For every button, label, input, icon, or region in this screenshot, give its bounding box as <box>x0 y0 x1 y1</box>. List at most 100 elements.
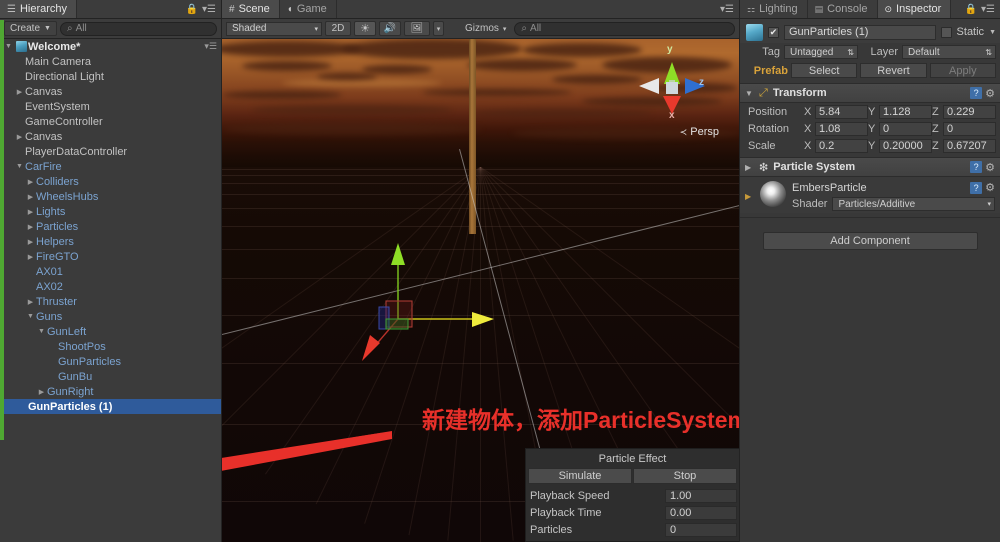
particle-system-component-header[interactable]: ▶ ❇ Particle System ? ⚙ <box>740 157 1000 177</box>
tag-dropdown[interactable]: Untagged ⇅ <box>784 45 858 59</box>
draw-mode-dropdown[interactable]: Shaded ▾ <box>226 21 322 36</box>
particle-effect-row-value[interactable]: 0.00 <box>665 505 737 520</box>
tab-console[interactable]: ▤ Console <box>808 0 878 18</box>
hierarchy-item[interactable]: ▶ Thruster <box>0 294 221 309</box>
tab-scene[interactable]: # Scene <box>222 0 280 18</box>
scene-viewport[interactable]: y z x ≺ Persp 新建物体，添加ParticleSystem组件 Pa… <box>222 39 739 542</box>
hierarchy-item[interactable]: ▶ Canvas <box>0 129 221 144</box>
hierarchy-item[interactable]: GameController <box>0 114 221 129</box>
scene-foldout-icon[interactable]: ▼ <box>3 43 14 50</box>
lock-icon[interactable]: 🔒 <box>186 4 198 15</box>
static-dropdown-icon[interactable]: ▼ <box>989 29 996 36</box>
transform-z-input[interactable]: 0.229 <box>943 104 996 119</box>
gameobject-name-input[interactable]: GunParticles (1) <box>784 24 936 40</box>
hierarchy-item[interactable]: ▶ Particles <box>0 219 221 234</box>
hierarchy-item[interactable]: ▼ Guns <box>0 309 221 324</box>
foldout-icon[interactable]: ▶ <box>25 298 36 306</box>
hierarchy-item[interactable]: ▼ GunLeft <box>0 324 221 339</box>
static-checkbox[interactable] <box>940 26 952 38</box>
scene-effects-button[interactable]: 🖼 <box>404 21 430 36</box>
scene-panel-menu-icon[interactable]: ▾☰ <box>720 4 734 15</box>
foldout-icon[interactable]: ▼ <box>14 163 25 170</box>
toggle-2d-button[interactable]: 2D <box>325 21 351 36</box>
prefab-select-button[interactable]: Select <box>791 63 858 78</box>
hierarchy-item[interactable]: ▶ FireGTO <box>0 249 221 264</box>
tab-hierarchy[interactable]: ☰ Hierarchy <box>0 0 78 18</box>
transform-x-input[interactable]: 1.08 <box>815 121 868 136</box>
scene-search-input[interactable]: ⌕ All <box>514 21 735 36</box>
transform-y-input[interactable]: 0.20000 <box>879 138 932 153</box>
scene-effects-dropdown[interactable]: ▾ <box>433 21 444 36</box>
simulate-button[interactable]: Simulate <box>528 468 632 484</box>
particle-effect-row-value[interactable]: 0 <box>665 522 737 537</box>
hierarchy-item[interactable]: ▼ CarFire <box>0 159 221 174</box>
transform-x-input[interactable]: 0.2 <box>815 138 868 153</box>
hierarchy-item[interactable]: AX01 <box>0 264 221 279</box>
lock-icon[interactable]: 🔒 <box>965 4 977 15</box>
transform-gizmo[interactable] <box>342 239 512 384</box>
foldout-icon[interactable]: ▼ <box>25 313 36 320</box>
hierarchy-item[interactable]: ShootPos <box>0 339 221 354</box>
scene-lighting-toggle[interactable]: ☀ <box>354 21 376 36</box>
hierarchy-item[interactable]: Directional Light <box>0 69 221 84</box>
hierarchy-item[interactable]: ▶ WheelsHubs <box>0 189 221 204</box>
foldout-icon[interactable]: ▶ <box>25 223 36 231</box>
scene-audio-toggle[interactable]: 🔊 <box>379 21 401 36</box>
shader-dropdown[interactable]: Particles/Additive ▾ <box>832 197 995 211</box>
projection-mode-label[interactable]: ≺ Persp <box>680 126 719 138</box>
panel-menu-icon[interactable]: ▾☰ <box>981 4 995 15</box>
gear-icon[interactable]: ⚙ <box>985 181 995 194</box>
create-button[interactable]: Create ▼ <box>4 21 57 36</box>
gear-icon[interactable]: ⚙ <box>985 161 995 174</box>
hierarchy-item[interactable]: Main Camera <box>0 54 221 69</box>
transform-foldout-icon[interactable]: ▼ <box>745 89 754 98</box>
foldout-icon[interactable]: ▶ <box>36 388 47 396</box>
material-foldout-icon[interactable]: ▶ <box>745 192 754 201</box>
foldout-icon[interactable]: ▶ <box>25 193 36 201</box>
particle-effect-panel[interactable]: Particle Effect Simulate Stop Playback S… <box>525 448 739 542</box>
hierarchy-item[interactable]: ▶ Lights <box>0 204 221 219</box>
scene-menu-icon[interactable]: ▾☰ <box>204 41 217 52</box>
foldout-icon[interactable]: ▶ <box>25 178 36 186</box>
tab-inspector[interactable]: ⊙ Inspector <box>877 0 952 18</box>
scene-root-row[interactable]: ▼ Welcome* ▾☰ <box>0 39 221 54</box>
foldout-icon[interactable]: ▼ <box>36 328 47 335</box>
gizmos-dropdown[interactable]: Gizmos ▾ <box>460 21 511 36</box>
foldout-icon[interactable]: ▶ <box>14 133 25 141</box>
hierarchy-item[interactable]: GunParticles <box>0 354 221 369</box>
prefab-revert-button[interactable]: Revert <box>860 63 927 78</box>
gear-icon[interactable]: ⚙ <box>985 87 995 100</box>
transform-z-input[interactable]: 0.67207 <box>943 138 996 153</box>
hierarchy-tree[interactable]: ▼ Welcome* ▾☰ Main Camera Directional Lig… <box>0 39 221 542</box>
help-icon[interactable]: ? <box>970 181 983 194</box>
add-component-button[interactable]: Add Component <box>762 232 978 250</box>
foldout-icon[interactable]: ▶ <box>25 253 36 261</box>
help-icon[interactable]: ? <box>970 161 983 173</box>
help-icon[interactable]: ? <box>970 87 983 99</box>
transform-z-input[interactable]: 0 <box>943 121 996 136</box>
transform-x-input[interactable]: 5.84 <box>815 104 868 119</box>
hierarchy-item-selected[interactable]: GunParticles (1) <box>0 399 221 414</box>
hierarchy-item[interactable]: EventSystem <box>0 99 221 114</box>
tab-lighting[interactable]: ⚏ Lighting <box>740 0 808 18</box>
hierarchy-item[interactable]: PlayerDataController <box>0 144 221 159</box>
hierarchy-item[interactable]: AX02 <box>0 279 221 294</box>
hierarchy-item[interactable]: GunBu <box>0 369 221 384</box>
hierarchy-item[interactable]: ▶ GunRight <box>0 384 221 399</box>
transform-y-input[interactable]: 1.128 <box>879 104 932 119</box>
gameobject-enabled-checkbox[interactable]: ✔ <box>768 26 779 38</box>
foldout-icon[interactable]: ▶ <box>25 208 36 216</box>
transform-component-header[interactable]: ▼ ⤢ Transform ? ⚙ <box>740 83 1000 103</box>
particle-effect-row-value[interactable]: 1.00 <box>665 488 737 503</box>
hierarchy-item[interactable]: ▶ Canvas <box>0 84 221 99</box>
tab-game[interactable]: ◖ Game <box>280 0 337 18</box>
transform-y-input[interactable]: 0 <box>879 121 932 136</box>
panel-menu-icon[interactable]: ▾☰ <box>202 4 216 15</box>
stop-button[interactable]: Stop <box>633 468 737 484</box>
layer-dropdown[interactable]: Default ⇅ <box>902 45 996 59</box>
foldout-icon[interactable]: ▶ <box>14 88 25 96</box>
particle-system-foldout-icon[interactable]: ▶ <box>745 163 754 172</box>
hierarchy-search-input[interactable]: ⌕ All <box>59 21 217 36</box>
foldout-icon[interactable]: ▶ <box>25 238 36 246</box>
hierarchy-item[interactable]: ▶ Helpers <box>0 234 221 249</box>
